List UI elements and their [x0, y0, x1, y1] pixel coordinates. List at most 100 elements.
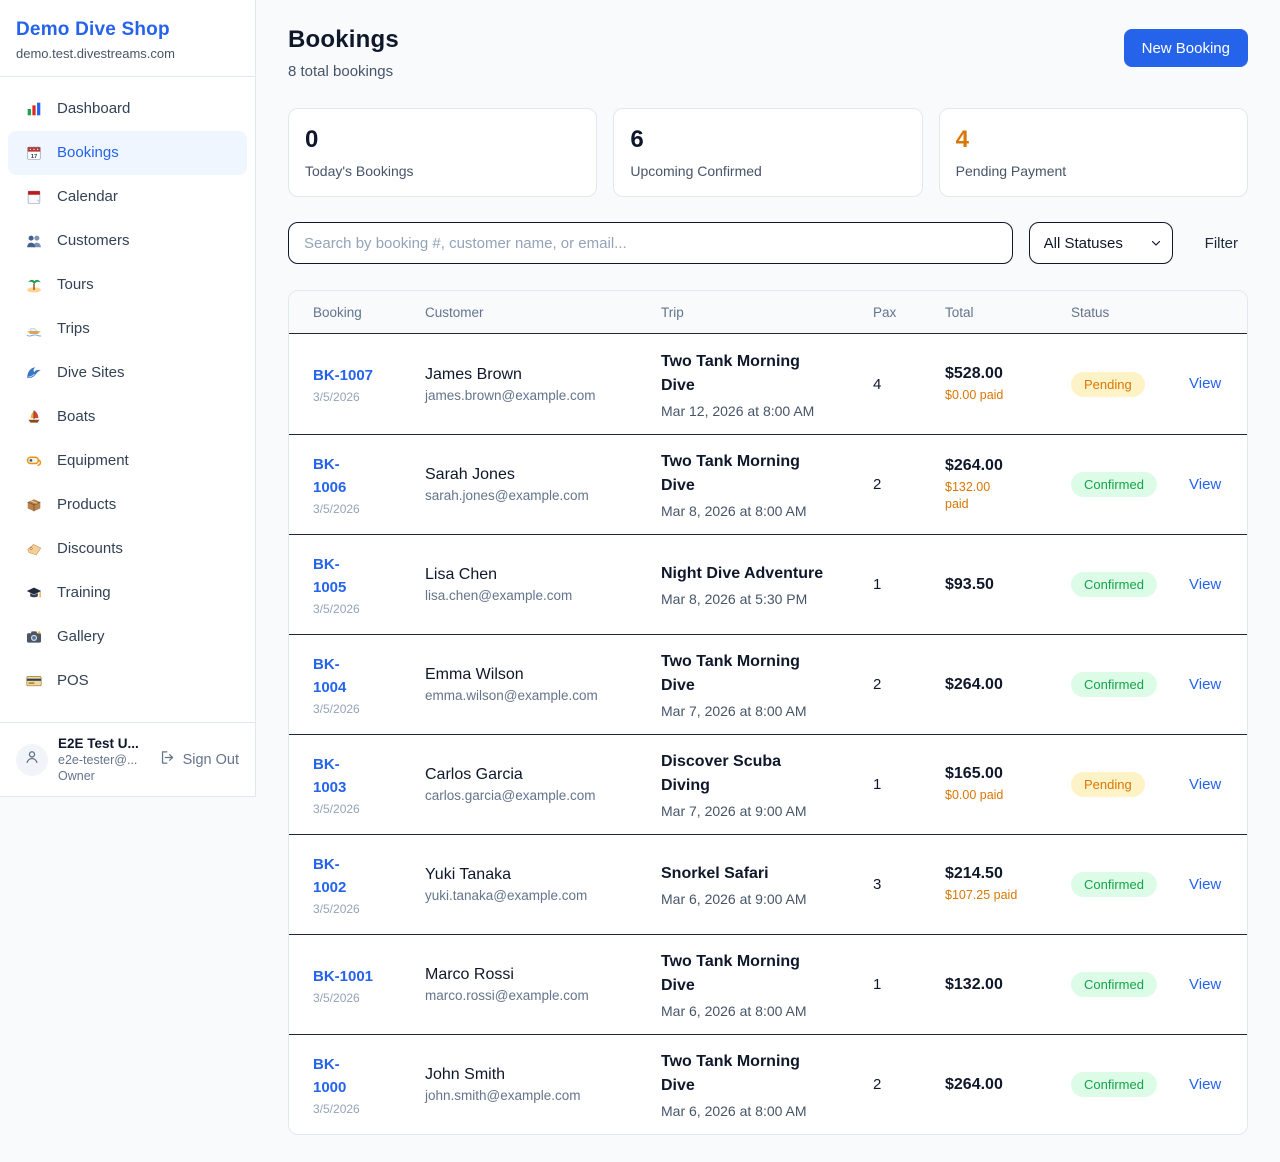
booking-cell: BK- 1002 3/5/2026: [313, 853, 425, 916]
customer-cell: Marco Rossi marco.rossi@example.com: [425, 966, 661, 1003]
sidebar-item-label: Training: [57, 581, 111, 605]
pax-value: 1: [873, 976, 945, 993]
column-header-pax: Pax: [873, 305, 945, 320]
status-badge: Confirmed: [1071, 672, 1157, 697]
stat-value: 4: [956, 126, 1231, 154]
sidebar-item-dashboard[interactable]: Dashboard: [8, 87, 247, 131]
table-row: BK- 1003 3/5/2026 Carlos Garcia carlos.g…: [289, 734, 1247, 834]
booking-number-link[interactable]: BK- 1002: [313, 853, 425, 899]
customer-cell: Sarah Jones sarah.jones@example.com: [425, 466, 661, 503]
shop-header: Demo Dive Shop demo.test.divestreams.com: [0, 0, 255, 77]
booking-date: 3/5/2026: [313, 702, 425, 716]
booking-number-link[interactable]: BK-1001: [313, 965, 425, 988]
training-icon: [24, 583, 44, 603]
view-link[interactable]: View: [1189, 476, 1221, 493]
view-link[interactable]: View: [1189, 776, 1221, 793]
sign-out-button[interactable]: Sign Out: [159, 749, 239, 770]
view-link[interactable]: View: [1189, 676, 1221, 693]
search-input[interactable]: [288, 222, 1013, 264]
table-row: BK- 1004 3/5/2026 Emma Wilson emma.wilso…: [289, 634, 1247, 734]
view-link[interactable]: View: [1189, 576, 1221, 593]
page-header: Bookings 8 total bookings New Booking: [288, 26, 1248, 80]
booking-date: 3/5/2026: [313, 991, 425, 1005]
booking-date: 3/5/2026: [313, 602, 425, 616]
booking-number-link[interactable]: BK- 1004: [313, 653, 425, 699]
status-cell: Confirmed: [1071, 572, 1189, 597]
sidebar-item-tours[interactable]: Tours: [8, 263, 247, 307]
filter-button[interactable]: Filter: [1195, 227, 1248, 260]
sidebar-item-customers[interactable]: Customers: [8, 219, 247, 263]
booking-date: 3/5/2026: [313, 802, 425, 816]
avatar: [16, 744, 48, 776]
customer-email: marco.rossi@example.com: [425, 988, 661, 1003]
sidebar-item-label: Discounts: [57, 537, 123, 561]
status-cell: Confirmed: [1071, 672, 1189, 697]
booking-number-link[interactable]: BK- 1000: [313, 1053, 425, 1099]
customer-email: james.brown@example.com: [425, 388, 661, 403]
column-header-customer: Customer: [425, 305, 661, 320]
discounts-icon: [24, 539, 44, 559]
booking-number-link[interactable]: BK- 1003: [313, 753, 425, 799]
total-amount: $93.50: [945, 576, 1071, 594]
dive-sites-icon: [24, 363, 44, 383]
booking-number-link[interactable]: BK- 1005: [313, 553, 425, 599]
status-badge: Confirmed: [1071, 472, 1157, 497]
pos-icon: [24, 671, 44, 691]
trip-datetime: Mar 7, 2026 at 8:00 AM: [661, 703, 873, 719]
table-row: BK- 1005 3/5/2026 Lisa Chen lisa.chen@ex…: [289, 534, 1247, 634]
new-booking-button[interactable]: New Booking: [1124, 29, 1248, 67]
customer-email: yuki.tanaka@example.com: [425, 888, 661, 903]
sidebar-item-label: Calendar: [57, 185, 118, 209]
sidebar-item-bookings[interactable]: 17 Bookings: [8, 131, 247, 175]
total-cell: $528.00 $0.00 paid: [945, 365, 1071, 404]
column-header-booking: Booking: [313, 305, 425, 320]
status-select-wrap: All Statuses: [1029, 222, 1173, 264]
booking-number-link[interactable]: BK- 1006: [313, 453, 425, 499]
sidebar-item-boats[interactable]: Boats: [8, 395, 247, 439]
pax-value: 1: [873, 776, 945, 793]
calendar-icon: [24, 187, 44, 207]
paid-amount: $0.00 paid: [945, 387, 1071, 404]
trip-datetime: Mar 6, 2026 at 8:00 AM: [661, 1003, 873, 1019]
trip-cell: Two Tank Morning Dive Mar 6, 2026 at 8:0…: [661, 950, 873, 1019]
total-cell: $93.50: [945, 576, 1071, 594]
user-icon: [23, 748, 41, 771]
booking-cell: BK- 1000 3/5/2026: [313, 1053, 425, 1116]
trip-datetime: Mar 8, 2026 at 8:00 AM: [661, 503, 873, 519]
customer-name: Emma Wilson: [425, 666, 661, 684]
sidebar-item-calendar[interactable]: Calendar: [8, 175, 247, 219]
view-link[interactable]: View: [1189, 1076, 1221, 1093]
equipment-icon: [24, 451, 44, 471]
status-select[interactable]: All Statuses: [1029, 222, 1173, 264]
sidebar-item-trips[interactable]: Trips: [8, 307, 247, 351]
booking-number-link[interactable]: BK-1007: [313, 364, 425, 387]
bookings-table: Booking Customer Trip Pax Total Status B…: [288, 290, 1248, 1135]
sidebar-item-training[interactable]: Training: [8, 571, 247, 615]
sidebar-item-label: Customers: [57, 229, 130, 253]
customer-name: Sarah Jones: [425, 466, 661, 484]
view-link[interactable]: View: [1189, 976, 1221, 993]
customer-name: Lisa Chen: [425, 566, 661, 584]
sidebar-item-products[interactable]: Products: [8, 483, 247, 527]
customer-cell: Lisa Chen lisa.chen@example.com: [425, 566, 661, 603]
customer-email: lisa.chen@example.com: [425, 588, 661, 603]
sidebar-item-pos[interactable]: POS: [8, 659, 247, 703]
total-cell: $264.00: [945, 676, 1071, 694]
customer-name: Yuki Tanaka: [425, 866, 661, 884]
view-link[interactable]: View: [1189, 375, 1221, 392]
booking-cell: BK- 1004 3/5/2026: [313, 653, 425, 716]
sidebar-item-gallery[interactable]: Gallery: [8, 615, 247, 659]
sidebar-item-label: Dashboard: [57, 97, 130, 121]
stat-card: 0 Today's Bookings: [288, 108, 597, 197]
trip-cell: Two Tank Morning Dive Mar 8, 2026 at 8:0…: [661, 450, 873, 519]
action-cell: View: [1189, 876, 1223, 894]
sidebar-item-dive-sites[interactable]: Dive Sites: [8, 351, 247, 395]
sidebar-item-label: Trips: [57, 317, 90, 341]
sidebar-item-label: Dive Sites: [57, 361, 125, 385]
page-subtitle: 8 total bookings: [288, 63, 399, 80]
trip-datetime: Mar 8, 2026 at 5:30 PM: [661, 591, 873, 607]
view-link[interactable]: View: [1189, 876, 1221, 893]
status-cell: Pending: [1071, 772, 1189, 797]
sidebar-item-discounts[interactable]: Discounts: [8, 527, 247, 571]
sidebar-item-equipment[interactable]: Equipment: [8, 439, 247, 483]
